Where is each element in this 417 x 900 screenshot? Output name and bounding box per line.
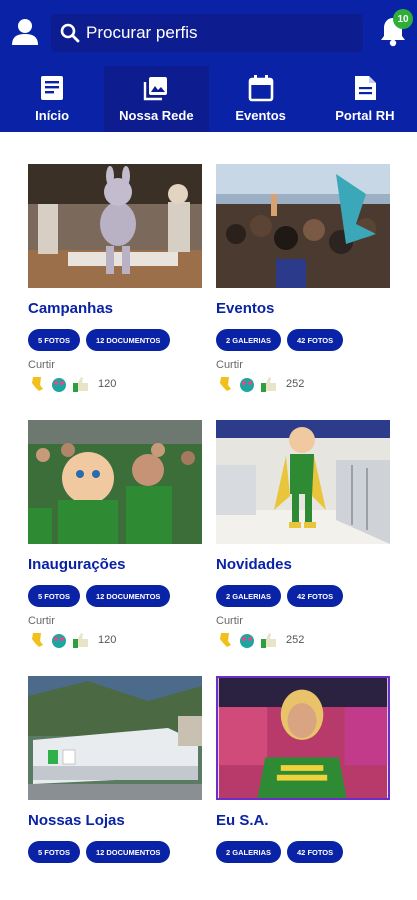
thumbs-up-reaction-icon (261, 633, 276, 648)
card-title: Novidades (216, 556, 292, 573)
reaction-count: 252 (286, 634, 305, 646)
tab-label: Nossa Rede (119, 108, 194, 123)
nav-tabs: Início Nossa Rede Eventos Portal RH (0, 66, 417, 132)
card-photo[interactable] (28, 164, 202, 288)
like-label[interactable]: Curtir (216, 615, 390, 627)
card-title: Eu S.A. (216, 812, 269, 829)
app-header: 10 Início Nossa Rede (0, 0, 417, 132)
card-title: Eventos (216, 300, 275, 317)
photos-chip[interactable]: 5 FOTOS (28, 329, 80, 351)
photos-chip[interactable]: 42 FOTOS (287, 841, 344, 863)
card-title: Nossas Lojas (28, 812, 125, 829)
documents-chip[interactable]: 12 DOCUMENTOS (85, 841, 171, 863)
mascot-photo (28, 164, 202, 288)
clap-reaction-icon (32, 377, 43, 391)
thumbs-up-reaction-icon (73, 633, 88, 648)
tab-eventos[interactable]: Eventos (209, 66, 313, 132)
card-inauguracoes[interactable]: Inaugurações 5 FOTOS 12 DOCUMENTOS Curti… (28, 420, 202, 649)
reaction-count: 120 (98, 378, 117, 390)
reaction-count: 120 (98, 634, 117, 646)
card-eventos[interactable]: Eventos 2 GALERIAS 42 FOTOS Curtir 252 (216, 164, 390, 393)
tab-inicio[interactable]: Início (0, 66, 104, 132)
card-campanhas[interactable]: Campanhas 5 FOTOS 12 DOCUMENTOS Curtir 1… (28, 164, 202, 393)
like-label[interactable]: Curtir (28, 359, 202, 371)
profile-icon[interactable] (12, 18, 38, 46)
heart-eyes-reaction-icon (52, 634, 66, 648)
photo-library-icon (144, 77, 168, 101)
calendar-icon (248, 75, 273, 102)
card-photo[interactable] (216, 676, 390, 800)
document-icon (41, 76, 64, 100)
galleries-chip[interactable]: 2 GALERIAS (216, 585, 282, 607)
photos-chip[interactable]: 5 FOTOS (28, 585, 80, 607)
reactions-row[interactable]: 120 (28, 631, 202, 649)
card-eu-sa[interactable]: Eu S.A. 2 GALERIAS 42 FOTOS (216, 676, 390, 863)
clap-reaction-icon (220, 377, 231, 391)
card-photo[interactable] (28, 676, 202, 800)
photos-chip[interactable]: 5 FOTOS (28, 841, 80, 863)
card-photo[interactable] (216, 164, 390, 288)
tab-portal-rh[interactable]: Portal RH (313, 66, 417, 132)
clap-reaction-icon (32, 633, 43, 647)
search-input[interactable] (86, 23, 336, 43)
galleries-chip[interactable]: 2 GALERIAS (216, 841, 282, 863)
employee-photo (218, 678, 388, 798)
heart-eyes-reaction-icon (240, 634, 254, 648)
like-label[interactable]: Curtir (216, 359, 390, 371)
reaction-count: 252 (286, 378, 305, 390)
reactions-row[interactable]: 252 (216, 375, 390, 393)
tab-nossa-rede[interactable]: Nossa Rede (104, 66, 209, 132)
crowd-photo (216, 164, 390, 288)
reactions-row[interactable]: 252 (216, 631, 390, 649)
card-photo[interactable] (216, 420, 390, 544)
reactions-row[interactable]: 120 (28, 375, 202, 393)
notification-badge: 10 (393, 9, 413, 29)
documents-chip[interactable]: 12 DOCUMENTOS (85, 329, 171, 351)
card-photo[interactable] (28, 420, 202, 544)
galleries-chip[interactable]: 2 GALERIAS (216, 329, 282, 351)
team-photo (28, 420, 202, 544)
thumbs-up-reaction-icon (73, 377, 88, 392)
article-icon (354, 76, 376, 100)
card-title: Campanhas (28, 300, 114, 317)
heart-eyes-reaction-icon (52, 378, 66, 392)
thumbs-up-reaction-icon (261, 377, 276, 392)
like-label[interactable]: Curtir (28, 615, 202, 627)
store-building-photo (28, 676, 202, 800)
tab-label: Portal RH (335, 108, 395, 123)
tab-label: Início (35, 108, 70, 123)
clap-reaction-icon (220, 633, 231, 647)
tab-label: Eventos (235, 108, 286, 123)
card-novidades[interactable]: Novidades 2 GALERIAS 42 FOTOS Curtir 252 (216, 420, 390, 649)
card-nossas-lojas[interactable]: Nossas Lojas 5 FOTOS 12 DOCUMENTOS (28, 676, 202, 863)
photos-chip[interactable]: 42 FOTOS (287, 329, 344, 351)
documents-chip[interactable]: 12 DOCUMENTOS (85, 585, 171, 607)
mascot-store-photo (216, 420, 390, 544)
search-icon (60, 23, 80, 43)
card-title: Inaugurações (28, 556, 126, 573)
photos-chip[interactable]: 42 FOTOS (287, 585, 344, 607)
heart-eyes-reaction-icon (240, 378, 254, 392)
search-bar[interactable] (51, 14, 363, 52)
